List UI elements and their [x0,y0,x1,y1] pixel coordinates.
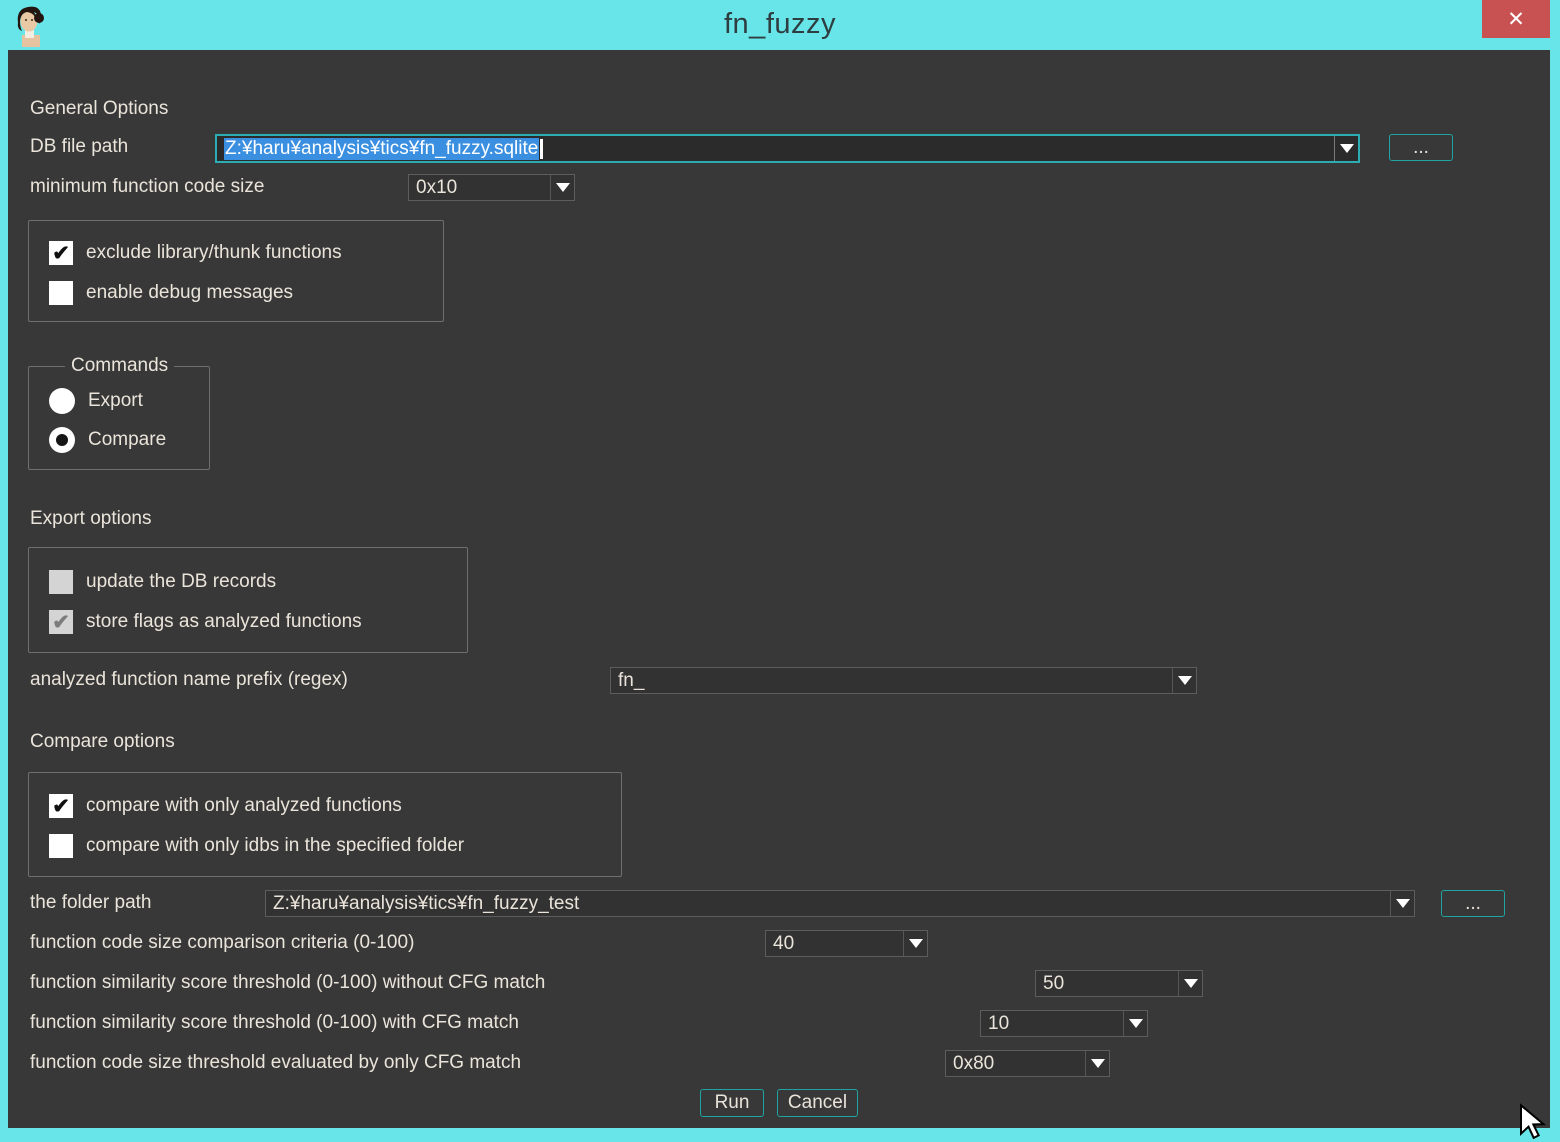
folder-path-combobox[interactable]: Z:¥haru¥analysis¥tics¥fn_fuzzy_test [265,890,1415,917]
enable-debug-checkbox[interactable] [49,281,73,305]
chevron-down-icon [1091,1059,1105,1068]
chevron-down-icon [1340,144,1354,153]
code-size-cfg-dropdown-button[interactable] [1085,1051,1109,1076]
only-analyzed-label: compare with only analyzed functions [86,795,402,817]
enable-debug-label: enable debug messages [86,282,293,304]
db-file-path-value-area[interactable]: Z:¥haru¥analysis¥tics¥fn_fuzzy.sqlite [217,136,1334,161]
prefix-label: analyzed function name prefix (regex) [30,669,348,691]
checkbox-row-update-db[interactable]: update the DB records [49,569,276,595]
general-options-heading: General Options [30,98,168,120]
compare-radio[interactable] [49,427,75,453]
db-file-path-value: Z:¥haru¥analysis¥tics¥fn_fuzzy.sqlite [224,138,539,160]
checkbox-row-exclude-library[interactable]: exclude library/thunk functions [49,240,342,266]
prefix-dropdown-button[interactable] [1172,668,1196,693]
compare-checkbox-group: compare with only analyzed functions com… [28,772,622,877]
min-func-code-size-value: 0x10 [409,175,550,200]
folder-path-label: the folder path [30,892,151,914]
commands-legend: Commands [65,355,174,377]
db-path-browse-button[interactable]: ... [1389,134,1453,161]
text-caret [540,139,543,159]
chevron-down-icon [556,183,570,192]
export-options-heading: Export options [30,508,151,530]
chevron-down-icon [1396,899,1410,908]
db-path-dropdown-button[interactable] [1334,136,1358,161]
close-icon: ✕ [1507,9,1525,30]
folder-path-value: Z:¥haru¥analysis¥tics¥fn_fuzzy_test [266,891,1390,916]
similarity-with-cfg-dropdown[interactable]: 10 [980,1010,1148,1037]
min-func-code-size-label: minimum function code size [30,176,264,198]
commands-group: Commands Export Compare [28,366,210,470]
db-file-path-combobox[interactable]: Z:¥haru¥analysis¥tics¥fn_fuzzy.sqlite [215,134,1360,163]
size-criteria-dropdown-button[interactable] [903,931,927,956]
general-checkbox-group: exclude library/thunk functions enable d… [28,220,444,322]
checkbox-row-only-analyzed[interactable]: compare with only analyzed functions [49,793,402,819]
radio-row-export[interactable]: Export [49,388,143,414]
checkbox-row-store-flags[interactable]: store flags as analyzed functions [49,609,362,635]
only-idbs-checkbox[interactable] [49,834,73,858]
similarity-with-cfg-value: 10 [981,1011,1123,1036]
chevron-down-icon [1129,1019,1143,1028]
chevron-down-icon [1178,676,1192,685]
exclude-library-checkbox[interactable] [49,241,73,265]
similarity-without-cfg-dropdown-button[interactable] [1178,971,1202,996]
prefix-combobox[interactable]: fn_ [610,667,1197,694]
update-db-label: update the DB records [86,571,276,593]
checkbox-row-enable-debug[interactable]: enable debug messages [49,280,293,306]
fn-fuzzy-dialog: General Options DB file path Z:¥haru¥ana… [8,50,1550,1128]
run-button[interactable]: Run [700,1089,764,1117]
similarity-with-cfg-dropdown-button[interactable] [1123,1011,1147,1036]
code-size-cfg-value: 0x80 [946,1051,1085,1076]
exclude-library-label: exclude library/thunk functions [86,242,342,264]
folder-path-browse-button[interactable]: ... [1441,890,1505,917]
update-db-checkbox[interactable] [49,570,73,594]
min-size-dropdown-button[interactable] [550,175,574,200]
prefix-value: fn_ [611,668,1172,693]
export-radio[interactable] [49,388,75,414]
store-flags-label: store flags as analyzed functions [86,611,362,633]
window-title: fn_fuzzy [0,8,1560,41]
code-size-cfg-label: function code size threshold evaluated b… [30,1052,521,1074]
compare-radio-label: Compare [88,429,166,451]
folder-path-dropdown-button[interactable] [1390,891,1414,916]
only-idbs-label: compare with only idbs in the specified … [86,835,464,857]
size-criteria-dropdown[interactable]: 40 [765,930,928,957]
chevron-down-icon [909,939,923,948]
store-flags-checkbox[interactable] [49,610,73,634]
similarity-without-cfg-label: function similarity score threshold (0-1… [30,972,545,994]
radio-row-compare[interactable]: Compare [49,427,166,453]
close-button[interactable]: ✕ [1482,0,1550,38]
chevron-down-icon [1184,979,1198,988]
titlebar: fn_fuzzy ✕ [0,0,1560,50]
cancel-button[interactable]: Cancel [777,1089,858,1117]
mouse-cursor-arrow [1516,1102,1556,1142]
code-size-cfg-dropdown[interactable]: 0x80 [945,1050,1110,1077]
export-radio-label: Export [88,390,143,412]
only-analyzed-checkbox[interactable] [49,794,73,818]
similarity-with-cfg-label: function similarity score threshold (0-1… [30,1012,519,1034]
checkbox-row-only-idbs[interactable]: compare with only idbs in the specified … [49,833,464,859]
min-func-code-size-dropdown[interactable]: 0x10 [408,174,575,201]
similarity-without-cfg-dropdown[interactable]: 50 [1035,970,1203,997]
export-checkbox-group: update the DB records store flags as ana… [28,547,468,653]
db-file-path-label: DB file path [30,136,128,158]
size-criteria-value: 40 [766,931,903,956]
compare-options-heading: Compare options [30,731,175,753]
similarity-without-cfg-value: 50 [1036,971,1178,996]
size-criteria-label: function code size comparison criteria (… [30,932,414,954]
